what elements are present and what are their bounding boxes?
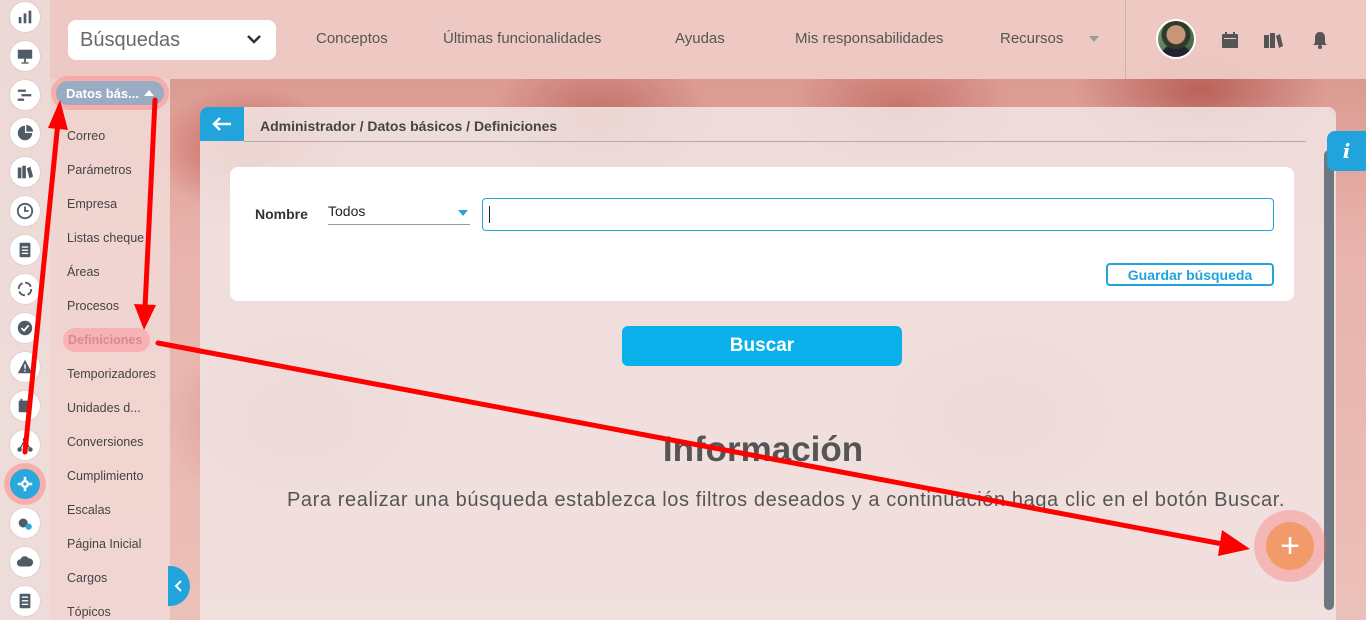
presentation-icon[interactable] [10,41,40,71]
cloud-icon[interactable] [10,547,40,577]
submenu-item-temporizadores[interactable]: Temporizadores [67,367,156,381]
info-text: Para realizar una búsqueda establezca lo… [286,489,1286,511]
gear-icon[interactable] [10,469,40,499]
nav-ultimas-funcionalidades[interactable]: Últimas funcionalidades [443,30,601,47]
cycle-icon[interactable] [10,274,40,304]
filter-card: Nombre Todos Guardar búsqueda [230,167,1294,301]
submenu-item-areas[interactable]: Áreas [67,265,100,279]
submenu-item-cumplimiento[interactable]: Cumplimiento [67,469,143,483]
save-search-button[interactable]: Guardar búsqueda [1106,263,1274,286]
top-bar: Búsquedas Conceptos Últimas funcionalida… [50,0,1366,79]
filter-label: Nombre [255,206,308,222]
breadcrumb: Administrador / Datos básicos / Definici… [260,118,558,134]
submenu-item-parametros[interactable]: Parámetros [67,163,132,177]
submenu-item-cargos[interactable]: Cargos [67,571,107,585]
network-icon[interactable] [10,430,40,460]
chevron-left-icon [174,580,182,592]
info-icon[interactable]: i [1327,131,1366,171]
chevron-down-icon [247,35,261,44]
bell-icon[interactable] [1310,30,1330,50]
name-search-input[interactable] [482,198,1274,231]
main-panel: Administrador / Datos básicos / Definici… [200,107,1336,620]
chart-icon[interactable] [10,2,40,32]
arrow-left-icon [212,117,231,131]
recursos-dropdown-icon[interactable] [1089,36,1099,42]
submenu-item-procesos[interactable]: Procesos [67,299,119,313]
nav-ayudas[interactable]: Ayudas [675,30,725,47]
calendar-icon[interactable] [10,391,40,421]
submenu-item-topicos[interactable]: Tópicos [67,605,111,619]
breadcrumb-divider [244,141,1306,142]
top-divider [1125,0,1126,79]
add-button[interactable]: + [1266,522,1314,570]
books-icon[interactable] [10,157,40,187]
submenu-item-escalas[interactable]: Escalas [67,503,111,517]
alert-icon[interactable] [10,352,40,382]
scrollbar[interactable] [1324,150,1334,610]
books-icon[interactable] [1263,30,1283,50]
clock-icon[interactable] [10,196,40,226]
text-caret [489,206,490,223]
dropdown-arrow-icon [458,210,468,216]
submenu: Datos bás... Correo Parámetros Empresa L… [50,79,170,620]
icon-rail [0,0,50,620]
avatar[interactable] [1156,19,1196,59]
submenu-header-label: Datos bás... [66,85,139,101]
document-icon[interactable] [10,235,40,265]
nav-mis-responsabilidades[interactable]: Mis responsabilidades [795,30,943,47]
filter-operator-value: Todos [328,203,366,219]
calendar-icon[interactable] [1220,30,1240,50]
submenu-item-pagina-inicial[interactable]: Página Inicial [67,537,141,551]
info-title: Información [662,430,864,469]
nav-conceptos[interactable]: Conceptos [316,30,388,47]
list-icon[interactable] [10,586,40,616]
submenu-item-definiciones[interactable]: Definiciones [63,328,151,352]
search-type-value: Búsquedas [80,28,181,51]
submenu-item-unidades[interactable]: Unidades d... [67,401,141,415]
back-button[interactable] [200,107,244,141]
chevron-up-icon [144,90,154,96]
filter-operator-select[interactable]: Todos [328,203,470,225]
check-icon[interactable] [10,313,40,343]
pie-icon[interactable] [10,118,40,148]
submenu-header[interactable]: Datos bás... [56,81,164,105]
search-button[interactable]: Buscar [622,326,902,366]
nav-recursos[interactable]: Recursos [1000,30,1063,47]
gantt-icon[interactable] [10,80,40,110]
submenu-item-correo[interactable]: Correo [67,129,105,143]
submenu-item-listas-chequeo[interactable]: Listas cheque [67,231,144,245]
search-type-select[interactable]: Búsquedas [68,20,276,60]
submenu-item-empresa[interactable]: Empresa [67,197,117,211]
cloud-gear-icon[interactable] [10,508,40,538]
submenu-item-conversiones[interactable]: Conversiones [67,435,143,449]
